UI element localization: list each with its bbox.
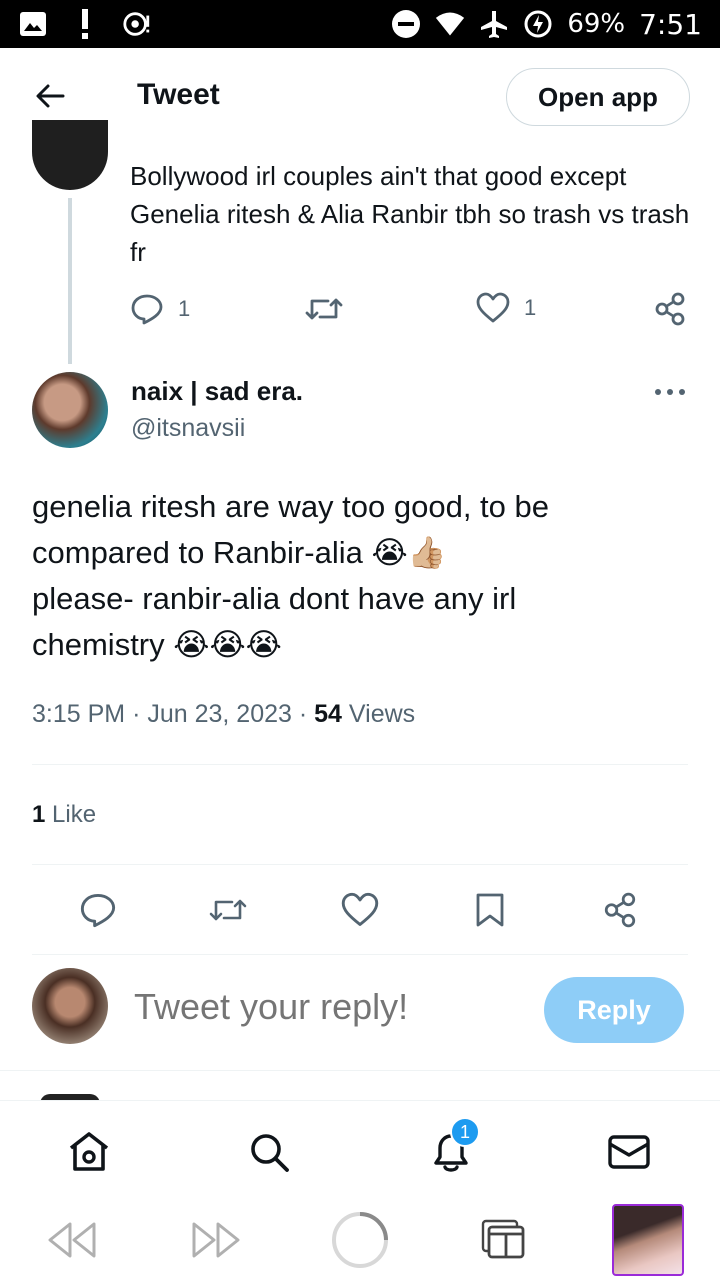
reply-count: 1 [178, 296, 191, 321]
divider [32, 954, 688, 955]
reply-submit-button[interactable]: Reply [544, 977, 684, 1043]
browser-tabs-button[interactable] [474, 1212, 534, 1268]
previous-tweet-actions: 1 1 [130, 292, 690, 332]
reply-button[interactable]: 1 [130, 292, 190, 326]
nav-home[interactable] [66, 1129, 112, 1175]
views-label: Views [348, 700, 416, 728]
author-handle[interactable]: @itsnavsii [131, 414, 245, 443]
browser-forward-button[interactable] [186, 1212, 246, 1268]
notification-badge: 1 [450, 1117, 480, 1147]
like-count: 1 [524, 295, 537, 320]
messages-icon [608, 1135, 650, 1169]
reply-icon [80, 894, 116, 928]
separator-dot: · [132, 700, 141, 728]
more-horizontal-icon [655, 389, 685, 395]
tweet-actions [0, 890, 720, 934]
status-bar: 69% 7:51 [0, 0, 720, 48]
tweet-metadata: 3:15 PM · Jun 23, 2023 · 54 Views [32, 700, 415, 729]
fast-forward-icon [192, 1222, 240, 1258]
tweet-time[interactable]: 3:15 PM [32, 700, 125, 728]
retweet-icon [305, 298, 343, 320]
active-app-thumbnail[interactable] [612, 1204, 684, 1276]
rewind-icon [48, 1222, 96, 1258]
tweet-text: genelia ritesh are way too good, to be c… [32, 484, 652, 668]
dnd-icon [391, 9, 421, 39]
battery-percent: 69% [567, 9, 626, 39]
reload-spinner-icon [332, 1212, 388, 1268]
search-icon [251, 1134, 289, 1172]
battery-charging-icon [523, 9, 553, 39]
chromecast-icon [122, 9, 152, 39]
share-button[interactable] [600, 890, 640, 930]
likes-summary[interactable]: 1 Like [32, 801, 96, 829]
retweet-button[interactable] [208, 890, 248, 930]
separator-dot: · [298, 700, 308, 728]
reply-input[interactable] [134, 986, 514, 1028]
retweet-icon [209, 899, 247, 921]
bookmark-icon [476, 893, 504, 927]
likes-count: 1 [32, 801, 46, 828]
browser-back-button[interactable] [42, 1212, 102, 1268]
arrow-left-icon [36, 84, 65, 108]
views-count: 54 [314, 700, 342, 728]
retweet-button[interactable] [304, 292, 344, 326]
more-options-button[interactable] [650, 380, 690, 404]
current-user-avatar [32, 968, 108, 1044]
avatar[interactable] [32, 120, 108, 190]
clock: 7:51 [639, 7, 702, 41]
airplane-icon [479, 9, 509, 39]
tweet-date[interactable]: Jun 23, 2023 [147, 700, 292, 728]
reply-button[interactable] [78, 890, 118, 930]
tweet-text-line: compared to Ranbir-alia 😭👍🏼 [32, 535, 447, 570]
home-icon [69, 1132, 109, 1171]
browser-reload-button[interactable] [330, 1212, 390, 1268]
share-icon [604, 892, 636, 928]
author-avatar[interactable] [32, 372, 108, 448]
heart-icon [476, 292, 510, 323]
share-icon [655, 292, 685, 326]
alert-icon [70, 9, 100, 39]
previous-tweet-text: Bollywood irl couples ain't that good ex… [130, 161, 690, 267]
author-name[interactable]: naix | sad era. [131, 376, 303, 407]
bottom-navigation [0, 1100, 720, 1200]
likes-label: Like [52, 801, 97, 828]
tabs-icon [481, 1219, 525, 1259]
like-button[interactable]: 1 [476, 292, 536, 324]
like-button[interactable] [340, 890, 380, 930]
nav-search[interactable] [246, 1129, 292, 1175]
divider [0, 1070, 720, 1071]
reply-icon [131, 294, 163, 325]
wifi-icon [435, 9, 465, 39]
page-header: Tweet Open app [0, 48, 720, 144]
thread-connector [68, 198, 72, 364]
divider [32, 864, 688, 865]
open-app-button[interactable]: Open app [506, 68, 690, 126]
tweet-text-line: chemistry 😭😭😭 [32, 627, 282, 662]
heart-icon [341, 892, 379, 926]
bookmark-button[interactable] [470, 890, 510, 930]
tweet-text-line: genelia ritesh are way too good, to be [32, 489, 550, 524]
divider [32, 764, 688, 765]
nav-messages[interactable] [606, 1129, 652, 1175]
page-title: Tweet [137, 78, 220, 111]
gallery-icon [18, 9, 48, 39]
share-button[interactable] [654, 292, 686, 326]
tweet-text-line: please- ranbir-alia dont have any irl [32, 581, 517, 616]
back-button[interactable] [30, 76, 70, 116]
